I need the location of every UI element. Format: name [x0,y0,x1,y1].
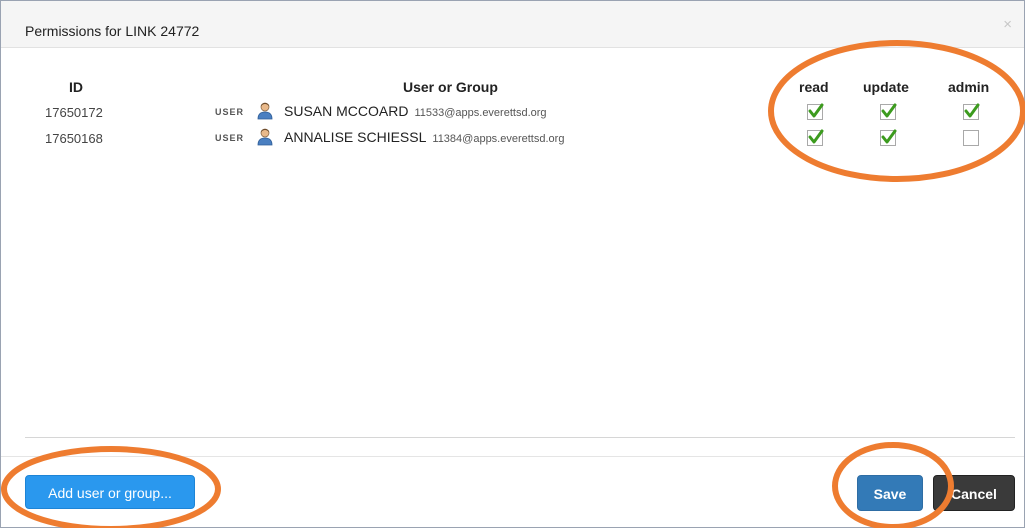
checkmark-icon [964,103,980,118]
dialog-title: Permissions for LINK 24772 [25,23,200,39]
user-name: ANNALISE SCHIESSL [284,129,427,145]
read-checkbox[interactable] [807,129,824,146]
user-name: SUSAN MCCOARD [284,103,409,119]
row-id: 17650172 [45,105,103,120]
cancel-button[interactable]: Cancel [933,475,1015,511]
footer-divider [1,456,1024,457]
row-user: SUSAN MCCOARD 11533@apps.everettsd.org [284,103,547,119]
admin-checkbox[interactable] [963,130,979,146]
row-id: 17650168 [45,131,103,146]
user-email: 11533@apps.everettsd.org [414,107,547,119]
row-kind: USER [215,107,245,117]
close-icon[interactable]: × [1003,16,1012,33]
add-user-or-group-button[interactable]: Add user or group... [25,475,195,509]
column-header-read: read [799,79,829,95]
admin-checkbox[interactable] [963,103,980,120]
column-header-id: ID [69,79,83,95]
checkmark-icon [808,129,824,144]
read-checkbox[interactable] [807,103,824,120]
column-header-admin: admin [948,79,990,95]
row-kind: USER [215,133,245,143]
user-email: 11384@apps.everettsd.org [432,133,565,145]
table-row: 17650168 USER ANNALISE SCHIESSL 11384@app… [1,128,1024,149]
dialog-titlebar: Permissions for LINK 24772 × [1,1,1024,48]
checkmark-icon [881,103,897,118]
row-user: ANNALISE SCHIESSL 11384@apps.everettsd.or… [284,129,564,145]
user-icon [257,128,273,146]
permissions-dialog: Permissions for LINK 24772 × ID User or … [0,0,1025,528]
checkmark-icon [808,103,824,118]
table-row: 17650172 USER SUSAN MCCOARD 11533@apps.ev… [1,102,1024,123]
column-header-update: update [863,79,909,95]
column-header-user-or-group: User or Group [403,79,498,95]
content-divider [25,437,1015,438]
checkmark-icon [881,129,897,144]
user-icon [257,102,273,120]
update-checkbox[interactable] [880,129,897,146]
update-checkbox[interactable] [880,103,897,120]
save-button[interactable]: Save [857,475,923,511]
